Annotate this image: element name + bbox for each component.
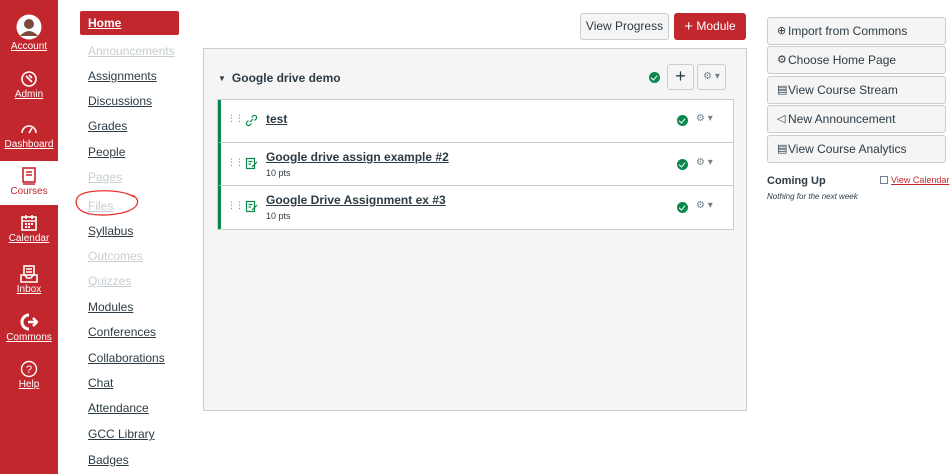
shield-icon [21,71,37,87]
course-nav-discussions[interactable]: Discussions [80,89,179,113]
import-from-commons-button[interactable]: ⊕ Import from Commons [767,17,946,45]
published-check-icon[interactable] [677,202,688,213]
global-nav-label: Commons [6,332,52,343]
course-nav-badges[interactable]: Badges [80,448,179,472]
global-nav-label: Dashboard [4,139,54,150]
calendar-icon [21,215,37,231]
global-nav-label: Courses [10,186,48,197]
module-title[interactable]: ▼ Google drive demo [218,71,341,85]
svg-text:?: ? [26,364,32,376]
course-nav-announcements[interactable]: Announcements [80,39,179,63]
item-settings-icon[interactable]: ⚙ ▾ [696,200,713,211]
module-item-title[interactable]: Google Drive Assignment ex #3 [266,193,446,207]
global-nav-commons[interactable]: Commons [0,313,58,343]
global-nav-label: Inbox [16,284,42,295]
module-header[interactable]: ▼ Google drive demo + ⚙ ▾ [204,49,746,99]
import-icon: ⊕ [777,25,787,37]
add-item-button[interactable]: + [667,64,694,90]
dashboard-icon [21,125,37,134]
course-nav-conferences[interactable]: Conferences [80,320,179,344]
home-settings-icon: ⚙ [777,54,787,66]
global-nav-account[interactable]: Account [0,14,58,52]
global-nav-label: Admin [14,89,44,100]
module-settings-button[interactable]: ⚙ ▾ [697,64,726,90]
add-module-button[interactable]: + Module [674,13,746,40]
module-panel: ▼ Google drive demo + ⚙ ▾ ⋮⋮ test ⚙ ▾ ⋮⋮ … [203,48,747,411]
course-nav-gcc-library[interactable]: GCC Library [80,422,179,446]
course-nav-assignments[interactable]: Assignments [80,64,179,88]
course-nav-modules[interactable]: Modules [80,295,179,319]
view-progress-button[interactable]: View Progress [580,13,669,40]
coming-up-empty-text: Nothing for the next week [767,192,858,201]
global-nav-admin[interactable]: Admin [0,70,58,100]
global-nav-label: Help [18,379,40,390]
global-nav-label: Account [10,41,48,52]
view-course-stream-button[interactable]: ▤ View Course Stream [767,76,946,104]
module-item-title[interactable]: test [266,112,287,126]
assignment-icon [245,157,258,170]
view-calendar-link[interactable]: View Calendar [880,175,949,185]
module-item[interactable]: ⋮⋮ Google drive assign example #2 10 pts… [218,143,733,186]
stream-icon: ▤ [777,84,788,96]
coming-up-heading: Coming Up [767,175,826,187]
course-nav-people[interactable]: People [80,140,179,164]
megaphone-icon: ◁ [777,113,786,125]
annotation-circle [75,190,139,216]
course-nav-outcomes[interactable]: Outcomes [80,244,179,268]
book-icon [22,167,36,185]
course-nav-syllabus[interactable]: Syllabus [80,219,179,243]
plus-icon: + [684,18,694,35]
module-item-title[interactable]: Google drive assign example #2 [266,150,449,164]
course-nav-chat[interactable]: Chat [80,371,179,395]
global-nav-calendar[interactable]: Calendar [0,214,58,244]
global-nav-dashboard[interactable]: Dashboard [0,120,58,150]
commons-icon [20,313,38,331]
calendar-icon [880,176,888,184]
assignment-icon [245,200,258,213]
module-items-list: ⋮⋮ test ⚙ ▾ ⋮⋮ Google drive assign examp… [217,99,734,230]
course-nav-grades[interactable]: Grades [80,114,179,138]
item-settings-icon[interactable]: ⚙ ▾ [696,157,713,168]
global-navigation: Account Admin Dashboard Courses Calendar [0,0,58,474]
link-icon [245,114,258,127]
help-icon: ? [20,360,38,378]
global-nav-label: Calendar [8,233,50,244]
published-check-icon[interactable] [649,72,660,83]
item-settings-icon[interactable]: ⚙ ▾ [696,113,713,124]
account-avatar [16,14,42,40]
course-nav-pages[interactable]: Pages [80,165,179,189]
choose-home-page-button[interactable]: ⚙ Choose Home Page [767,46,946,74]
drag-handle-icon[interactable]: ⋮⋮ [227,113,244,124]
module-item[interactable]: ⋮⋮ test ⚙ ▾ [218,100,733,143]
new-announcement-button[interactable]: ◁ New Announcement [767,105,946,133]
inbox-icon [20,265,38,283]
module-item-points: 10 pts [266,211,291,221]
global-nav-inbox[interactable]: Inbox [0,265,58,295]
published-check-icon[interactable] [677,115,688,126]
global-nav-help[interactable]: ? Help [0,360,58,390]
global-nav-courses[interactable]: Courses [0,161,58,205]
course-nav-home[interactable]: Home [80,11,179,35]
course-nav-collaborations[interactable]: Collaborations [80,346,179,370]
drag-handle-icon[interactable]: ⋮⋮ [227,157,244,168]
published-check-icon[interactable] [677,159,688,170]
course-nav-quizzes[interactable]: Quizzes [80,269,179,293]
collapse-triangle-icon[interactable]: ▼ [218,74,226,83]
drag-handle-icon[interactable]: ⋮⋮ [227,200,244,211]
module-item-points: 10 pts [266,168,291,178]
add-module-label: Module [696,19,736,33]
analytics-icon: ▤ [777,143,788,155]
view-course-analytics-button[interactable]: ▤ View Course Analytics [767,135,946,163]
module-item[interactable]: ⋮⋮ Google Drive Assignment ex #3 10 pts … [218,186,733,229]
course-nav-attendance[interactable]: Attendance [80,396,179,420]
